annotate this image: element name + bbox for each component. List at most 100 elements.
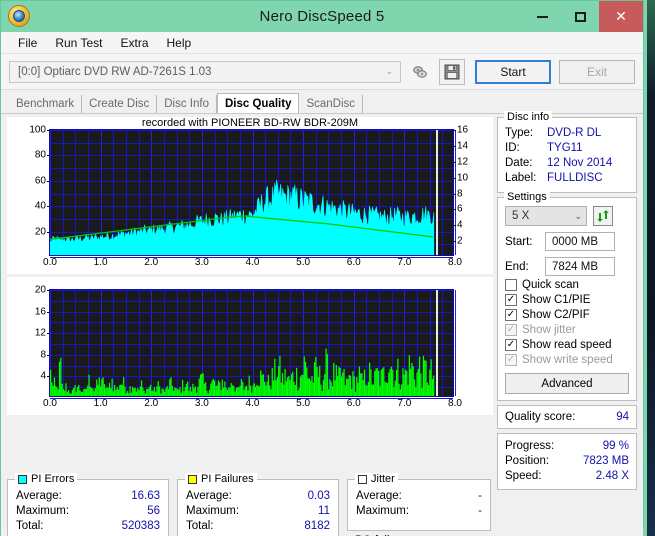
x-axis-tick-label: 0.0 — [43, 257, 57, 268]
checkbox-show-c2-pif[interactable]: ✓ Show C2/PIF — [505, 309, 629, 321]
save-icon[interactable] — [439, 58, 465, 85]
x-axis-tick-label: 6.0 — [346, 257, 361, 268]
speed-row: Speed: 2.48 X — [505, 469, 629, 484]
y-axis-tick-label: 60 — [34, 175, 46, 187]
progress-value: 99 % — [602, 440, 629, 452]
chevron-down-icon: ⌄ — [385, 66, 393, 76]
y2-axis-tick-label: 12 — [457, 156, 469, 168]
scan-position-cursor — [436, 290, 439, 396]
menu-file[interactable]: File — [9, 34, 46, 52]
checkbox-box: ✓ — [505, 309, 517, 321]
y2-axis-tick — [453, 241, 456, 243]
drive-select[interactable]: [0:0] Optiarc DVD RW AD-7261S 1.03 ⌄ — [9, 60, 401, 83]
speed-value: 2.48 X — [595, 470, 629, 482]
start-button[interactable]: Start — [475, 59, 551, 84]
checkbox-label: Show C1/PIE — [522, 294, 591, 306]
speed-label: Speed: — [505, 470, 542, 482]
value: 16.63 — [131, 490, 160, 502]
pi-errors-maximum-row: Maximum: 56 — [16, 504, 160, 519]
menu-run-test[interactable]: Run Test — [46, 34, 111, 52]
y-axis-tick — [47, 180, 50, 182]
jitter-maximum-row: Maximum: - — [356, 504, 482, 519]
label: Maximum: — [186, 505, 240, 517]
end-input[interactable]: 7824 MB — [545, 257, 615, 276]
advanced-button[interactable]: Advanced — [505, 373, 629, 394]
jitter-average-row: Average: - — [356, 489, 482, 504]
menu-help[interactable]: Help — [158, 34, 201, 52]
y2-axis-tick-label: 4 — [457, 219, 463, 231]
checkbox-show-write-speed: ✓ Show write speed — [505, 354, 629, 366]
disc-id-row: ID: TYG11 — [505, 141, 629, 156]
pi-errors-legend-label: PI Errors — [31, 473, 75, 485]
y2-axis-tick-label: 6 — [457, 203, 463, 215]
chevron-down-icon: ⌄ — [574, 210, 582, 221]
y2-axis-tick — [453, 209, 456, 211]
y-axis-tick — [47, 130, 50, 131]
y-axis-tick — [47, 333, 50, 335]
quality-score-box: Quality score: 94 — [497, 405, 637, 429]
checkbox-show-c1-pie[interactable]: ✓ Show C1/PIE — [505, 294, 629, 306]
tab-create-disc[interactable]: Create Disc — [82, 95, 158, 113]
y2-axis-tick — [453, 177, 456, 179]
tab-disc-quality[interactable]: Disc Quality — [217, 93, 300, 113]
checkbox-box: ✓ — [505, 339, 517, 351]
settings-group: Settings 5 X ⌄ Start: 0000 MB End: 7824 … — [497, 191, 637, 401]
checkbox-show-read-speed[interactable]: ✓ Show read speed — [505, 339, 629, 351]
pi-failures-total-row: Total: 8182 — [186, 519, 330, 534]
y2-axis-tick — [453, 193, 456, 195]
y-axis-tick — [47, 231, 50, 233]
label: Total: — [16, 520, 44, 532]
start-field-row: Start: 0000 MB — [505, 232, 629, 251]
pi-errors-plot: 20 40 60 80 100 2 4 6 8 10 12 14 16 0.0 1.0 2.0 3.0 4.0 5.… — [29, 125, 468, 269]
x-axis-tick-label: 5.0 — [296, 398, 311, 409]
disc-type-label: Type: — [505, 127, 534, 139]
y2-axis-tick — [453, 130, 456, 131]
pi-errors-legend: PI Errors — [15, 473, 78, 485]
progress-box: Progress: 99 % Position: 7823 MB Speed: … — [497, 433, 637, 490]
menu-extra[interactable]: Extra — [111, 34, 157, 52]
y2-axis-tick-label: 10 — [457, 172, 469, 184]
pi-errors-swatch — [18, 474, 27, 484]
x-axis-tick-label: 4.0 — [245, 398, 260, 409]
pi-failures-chart: 4 8 12 16 20 0.0 1.0 2.0 3.0 4.0 5.0 6.0 7.0 8.0 — [7, 277, 493, 415]
refresh-icon[interactable] — [593, 206, 613, 226]
grid-line-vertical — [455, 290, 456, 396]
checkbox-label: Show C2/PIF — [522, 309, 590, 321]
tab-disc-info[interactable]: Disc Info — [157, 95, 217, 113]
tab-strip: Benchmark Create Disc Disc Info Disc Qua… — [1, 93, 643, 113]
y-axis-tick-label: 100 — [29, 124, 46, 136]
speed-select-value: 5 X — [512, 210, 530, 222]
x-axis-tick-label: 1.0 — [93, 398, 108, 409]
checkbox-label: Quick scan — [522, 279, 579, 291]
disc-id-value: TYG11 — [547, 142, 583, 154]
y2-axis-tick-label: 2 — [457, 235, 463, 247]
quality-score-label: Quality score: — [505, 411, 576, 423]
disc-label-label: Label: — [505, 172, 537, 184]
window-controls: ✕ — [523, 1, 643, 32]
x-axis-tick-label: 4.0 — [245, 257, 260, 268]
close-button[interactable]: ✕ — [599, 1, 643, 32]
speed-select[interactable]: 5 X ⌄ — [505, 206, 587, 226]
pi-failures-legend-label: PI Failures — [201, 473, 254, 485]
disc-label-value: FULLDISC — [547, 172, 603, 184]
checkbox-label: Show jitter — [522, 324, 576, 336]
label: Average: — [356, 490, 402, 502]
minimize-button[interactable] — [523, 1, 561, 32]
title-bar: Nero DiscSpeed 5 ✕ — [1, 1, 643, 32]
tab-scandisc[interactable]: ScanDisc — [299, 95, 364, 113]
checkbox-box: ✓ — [505, 294, 517, 306]
tab-benchmark[interactable]: Benchmark — [9, 95, 83, 113]
exit-button[interactable]: Exit — [559, 59, 635, 84]
value: 8182 — [304, 520, 330, 532]
checkbox-box: ✓ — [505, 324, 517, 336]
jitter-stats-wrap: Jitter Average: - Maximum: - PO failures… — [347, 473, 491, 536]
start-input[interactable]: 0000 MB — [545, 232, 615, 251]
position-label: Position: — [505, 455, 550, 467]
disc-type-row: Type: DVD-R DL — [505, 126, 629, 141]
disc-stack-icon[interactable] — [407, 59, 433, 85]
checkbox-quick-scan[interactable]: Quick scan — [505, 279, 629, 291]
maximize-button[interactable] — [561, 1, 599, 32]
desktop-background: Nero DiscSpeed 5 ✕ File Run Test Extra H… — [0, 0, 655, 536]
x-axis-tick-label: 0.0 — [43, 398, 57, 409]
value: 520383 — [121, 520, 160, 532]
